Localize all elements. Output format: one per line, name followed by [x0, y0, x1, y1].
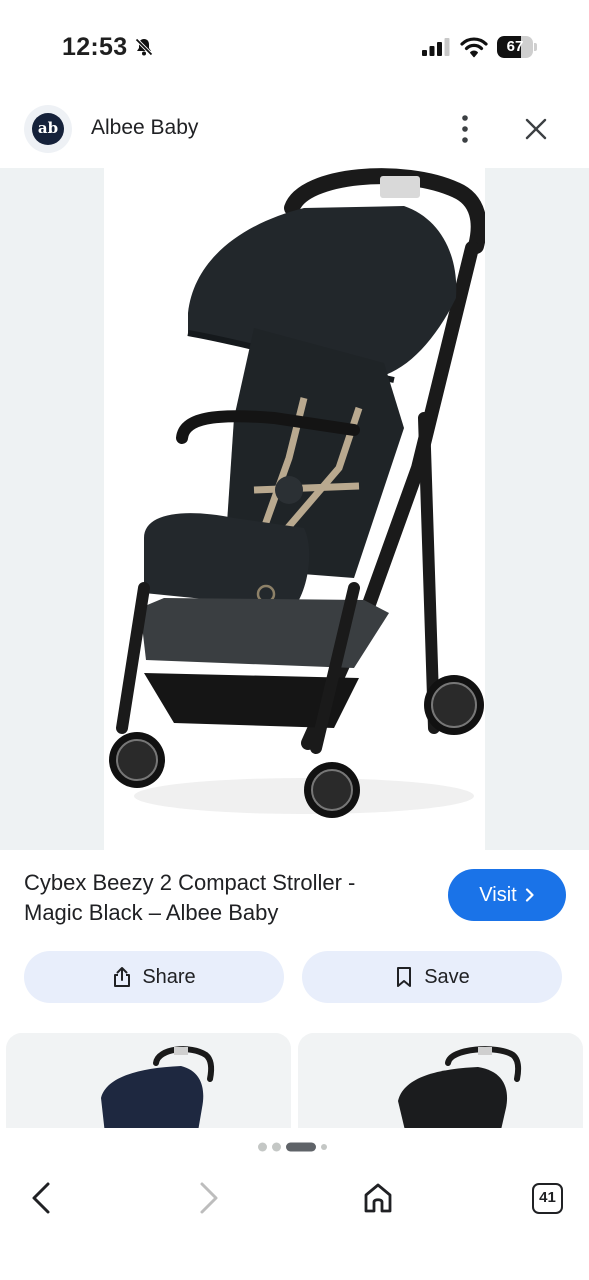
page-dot: [258, 1142, 267, 1152]
site-name[interactable]: Albee Baby: [91, 116, 198, 140]
close-icon[interactable]: [520, 113, 552, 145]
page-dot: [321, 1144, 327, 1150]
related-stroller-1: [6, 1033, 291, 1143]
battery-icon: 67: [497, 36, 537, 58]
image-viewer[interactable]: [0, 168, 589, 850]
browser-toolbar: 41: [0, 1128, 589, 1280]
forward-icon[interactable]: [192, 1180, 224, 1216]
wifi-icon: [460, 37, 488, 58]
product-title-line-2: Magic Black – Albee Baby: [24, 900, 279, 925]
back-icon[interactable]: [26, 1180, 58, 1216]
related-stroller-2: [298, 1033, 583, 1143]
page-indicator: [258, 1142, 327, 1152]
status-bar: 12:53 67: [0, 0, 589, 96]
status-time: 12:53: [62, 33, 128, 61]
home-icon[interactable]: [361, 1180, 395, 1216]
tabs-icon[interactable]: 41: [532, 1183, 563, 1214]
source-header: ab Albee Baby: [0, 100, 589, 158]
page-dot-active: [286, 1142, 316, 1152]
site-avatar[interactable]: ab: [24, 105, 72, 153]
product-title[interactable]: Cybex Beezy 2 Compact Stroller - Magic B…: [24, 868, 424, 928]
battery-level: 67: [506, 38, 524, 55]
visit-label: Visit: [479, 883, 517, 906]
more-vertical-icon[interactable]: [452, 112, 478, 146]
page-dot: [272, 1142, 281, 1152]
save-label: Save: [424, 965, 470, 988]
share-label: Share: [142, 965, 196, 988]
bookmark-icon: [397, 967, 412, 987]
related-card[interactable]: [298, 1033, 583, 1143]
bell-slash-icon: [135, 38, 153, 56]
share-button[interactable]: Share: [24, 951, 284, 1003]
share-icon: [114, 967, 131, 987]
chevron-right-icon: [525, 888, 534, 902]
product-title-line-1: Cybex Beezy 2 Compact Stroller -: [24, 870, 356, 895]
stroller-image[interactable]: [104, 168, 487, 850]
related-card[interactable]: [6, 1033, 291, 1143]
cellular-signal-icon: [422, 38, 450, 56]
visit-button[interactable]: Visit: [448, 869, 566, 921]
site-logo: ab: [32, 113, 64, 145]
save-button[interactable]: Save: [302, 951, 562, 1003]
